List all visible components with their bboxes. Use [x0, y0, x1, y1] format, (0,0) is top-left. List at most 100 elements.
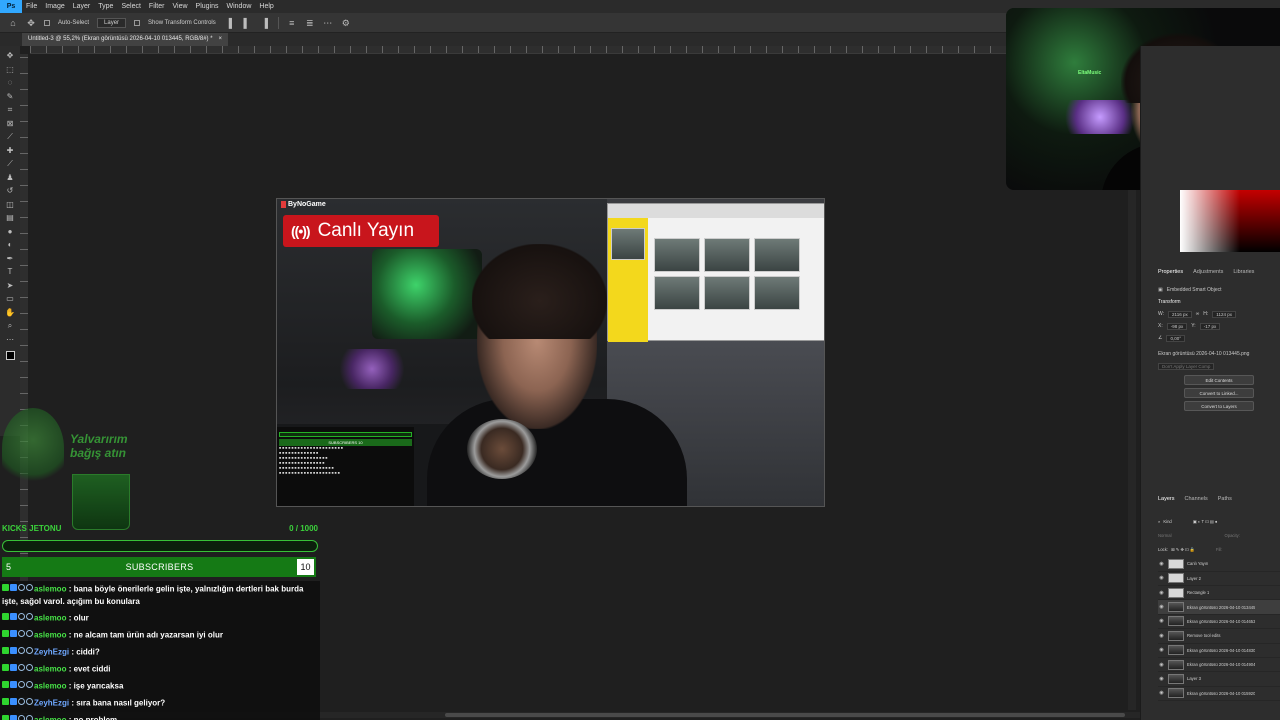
path-selection-tool-icon[interactable]: ➤ [4, 280, 16, 292]
chat-username[interactable]: aslemoo [34, 664, 66, 673]
chat-username[interactable]: aslemoo [34, 715, 66, 720]
menu-select[interactable]: Select [117, 3, 144, 10]
history-brush-tool-icon[interactable]: ↺ [4, 185, 16, 197]
move-tool-icon[interactable]: ✥ [4, 50, 16, 62]
visibility-eye-icon[interactable]: ◉ [1158, 590, 1165, 596]
layer-row[interactable]: ◉ Layer 3 [1158, 672, 1280, 687]
more-options-icon[interactable]: ⋯ [323, 18, 333, 28]
align-right-icon[interactable]: ▐ [260, 18, 270, 28]
auto-select-checkbox[interactable] [44, 19, 50, 26]
rectangle-tool-icon[interactable]: ▭ [4, 293, 16, 305]
pen-tool-icon[interactable]: ✒ [4, 253, 16, 265]
width-field[interactable]: 2116 px [1168, 310, 1192, 318]
menu-window[interactable]: Window [223, 3, 256, 10]
visibility-eye-icon[interactable]: ◉ [1158, 647, 1165, 653]
more-tools-icon[interactable]: ⋯ [4, 334, 16, 346]
convert-to-linked-button[interactable]: Convert to Linked... [1184, 388, 1254, 398]
marquee-tool-icon[interactable]: ⬚ [4, 64, 16, 76]
menu-plugins[interactable]: Plugins [192, 3, 223, 10]
chat-username[interactable]: aslemoo [34, 681, 66, 690]
color-picker-field[interactable] [1180, 190, 1280, 252]
lasso-tool-icon[interactable]: ◌ [4, 77, 16, 89]
blend-mode-dropdown[interactable]: Normal [1158, 533, 1172, 538]
distribute-icon[interactable]: ≡ [287, 18, 297, 28]
auto-select-target-dropdown[interactable]: Layer [97, 17, 127, 28]
chat-username[interactable]: aslemoo [34, 614, 66, 623]
photoshop-logo-icon[interactable]: Ps [0, 0, 22, 13]
chat-username[interactable]: aslemoo [34, 584, 66, 593]
vertical-scrollbar[interactable] [1128, 190, 1136, 710]
chat-username[interactable]: aslemoo [34, 631, 66, 640]
link-icon[interactable]: ∞ [1196, 311, 1200, 317]
edit-contents-button[interactable]: Edit Contents [1184, 375, 1254, 385]
eraser-tool-icon[interactable]: ◫ [4, 199, 16, 211]
healing-brush-tool-icon[interactable]: ✚ [4, 145, 16, 157]
y-field[interactable]: -17 px [1199, 322, 1221, 330]
menu-type[interactable]: Type [94, 3, 117, 10]
clone-stamp-tool-icon[interactable]: ♟ [4, 172, 16, 184]
layer-row[interactable]: ◉ Ekran görüntüsü 2026-04-10 014904 [1158, 658, 1280, 673]
layer-row[interactable]: ◉ Remove tool edits [1158, 629, 1280, 644]
lock-icons[interactable]: ⊠ ✎ ✥ ⊡ 🔒 [1171, 547, 1195, 553]
menu-view[interactable]: View [168, 3, 191, 10]
document-canvas[interactable]: ByNoGame ((•)) Canlı Yayın SUBSCRIBERS 1… [276, 198, 825, 507]
tab-properties[interactable]: Properties [1158, 269, 1183, 279]
height-field[interactable]: 1124 px [1212, 310, 1236, 318]
kind-filter-dropdown[interactable]: Kind [1163, 519, 1171, 524]
chat-username[interactable]: ZeyhEzgi [34, 698, 69, 707]
angle-field[interactable]: 0,00° [1166, 334, 1186, 342]
horizontal-ruler[interactable] [30, 46, 1140, 54]
zoom-tool-icon[interactable]: ⌕ [4, 320, 16, 332]
hand-tool-icon[interactable]: ✋ [4, 307, 16, 319]
visibility-eye-icon[interactable]: ◉ [1158, 561, 1165, 567]
visibility-eye-icon[interactable]: ◉ [1158, 618, 1165, 624]
menu-help[interactable]: Help [255, 3, 277, 10]
layer-row[interactable]: ◉ Ekran görüntüsü 2026-04-10 014830 [1158, 644, 1280, 658]
gradient-tool-icon[interactable]: ▤ [4, 212, 16, 224]
crop-tool-icon[interactable]: ⌗ [4, 104, 16, 116]
object-select-tool-icon[interactable]: ✎ [4, 91, 16, 103]
convert-to-layers-button[interactable]: Convert to Layers [1184, 401, 1254, 411]
type-tool-icon[interactable]: T [4, 266, 16, 278]
visibility-eye-icon[interactable]: ◉ [1158, 575, 1165, 581]
filter-icons[interactable]: ▣ ◐ T ⊡ ▤ ● [1193, 519, 1218, 524]
brush-tool-icon[interactable]: ⟋ [4, 158, 16, 170]
broadcast-icon: ((•)) [291, 223, 311, 239]
foreground-color-swatch[interactable] [5, 351, 15, 360]
menu-layer[interactable]: Layer [69, 3, 95, 10]
document-tab[interactable]: Untitled-3 @ 55,2% (Ekran görüntüsü 2026… [22, 33, 229, 46]
document-tab-close-icon[interactable]: × [219, 33, 223, 46]
x-field[interactable]: -98 px [1166, 322, 1188, 330]
visibility-eye-icon[interactable]: ◉ [1158, 633, 1165, 639]
align-center-icon[interactable]: ▌ [242, 18, 252, 28]
layer-row[interactable]: ◉ Ekran görüntüsü 2026-04-10 014653 [1158, 615, 1280, 630]
layer-row[interactable]: ◉ Canlı Yayın [1158, 557, 1280, 572]
home-icon[interactable]: ⌂ [8, 18, 18, 28]
menu-filter[interactable]: Filter [145, 3, 169, 10]
visibility-eye-icon[interactable]: ◉ [1158, 676, 1165, 682]
layer-comp-dropdown[interactable]: Don't Apply Layer Comp [1158, 362, 1215, 370]
layer-row[interactable]: ◉ Rectangle 1 [1158, 586, 1280, 601]
distribute-vertical-icon[interactable]: ≣ [305, 18, 315, 28]
settings-gear-icon[interactable]: ⚙ [341, 18, 351, 28]
visibility-eye-icon[interactable]: ◉ [1158, 604, 1165, 610]
eyedropper-tool-icon[interactable]: ⟋ [4, 131, 16, 143]
layer-row[interactable]: ◉ Ekran görüntüsü 2026-04-10 015920 [1158, 687, 1280, 702]
layer-row[interactable]: ◉ Layer 2 [1158, 572, 1280, 586]
tab-adjustments[interactable]: Adjustments [1193, 269, 1223, 279]
menu-image[interactable]: Image [41, 3, 68, 10]
brand-text: ByNoGame [288, 201, 326, 208]
show-transform-checkbox[interactable] [134, 19, 141, 26]
scrollbar-thumb[interactable] [445, 713, 1125, 717]
visibility-eye-icon[interactable]: ◉ [1158, 662, 1165, 668]
chat-username[interactable]: ZeyhEzgi [34, 647, 69, 656]
visibility-eye-icon[interactable]: ◉ [1158, 690, 1165, 696]
dodge-tool-icon[interactable]: ◐ [4, 239, 16, 251]
move-tool-icon[interactable]: ✥ [26, 18, 36, 28]
tab-libraries[interactable]: Libraries [1233, 269, 1254, 279]
frame-tool-icon[interactable]: ⊠ [4, 118, 16, 130]
align-left-icon[interactable]: ▐ [224, 18, 234, 28]
menu-file[interactable]: File [22, 3, 41, 10]
layer-row[interactable]: ◉ Ekran görüntüsü 2026-04-10 013445 [1158, 600, 1280, 615]
blur-tool-icon[interactable]: ● [4, 226, 16, 238]
